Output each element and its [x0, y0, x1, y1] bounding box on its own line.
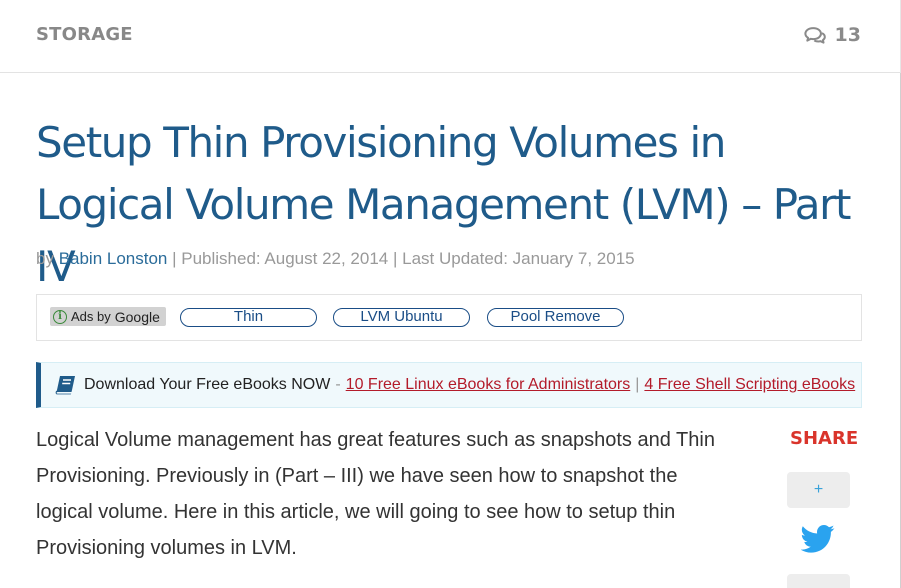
- ad-link-thin[interactable]: Thin: [180, 308, 317, 327]
- ad-link-pool-remove[interactable]: Pool Remove: [487, 308, 624, 327]
- meta-by: by: [36, 249, 59, 268]
- article-title: Setup Thin Provisioning Volumes in Logic…: [36, 118, 851, 291]
- category-link[interactable]: STORAGE: [36, 24, 133, 45]
- twitter-share-button[interactable]: [800, 524, 835, 554]
- share-more-button[interactable]: +: [787, 472, 850, 508]
- promo-lead: Download Your Free eBooks NOW: [84, 376, 331, 393]
- twitter-icon: [800, 524, 835, 553]
- top-bar: STORAGE 13: [0, 0, 901, 73]
- google-label: Google: [114, 308, 160, 325]
- promo-link-shell-ebooks[interactable]: 4 Free Shell Scripting eBooks: [644, 376, 855, 394]
- book-icon: [55, 376, 75, 395]
- promo-separator: |: [635, 376, 640, 393]
- ads-by-google-badge[interactable]: i Ads by Google: [50, 307, 166, 326]
- info-icon: i: [53, 309, 67, 324]
- comments-icon: [803, 26, 826, 44]
- article-meta: by Babin Lonston | Published: August 22,…: [36, 249, 635, 269]
- share-title: SHARE: [790, 428, 859, 449]
- ad-links-box: i Ads by Google Thin LVM Ubuntu Pool Rem…: [36, 294, 862, 341]
- comments-link[interactable]: 13: [803, 24, 861, 46]
- share-extra-button[interactable]: [787, 574, 850, 588]
- author-link[interactable]: Babin Lonston: [59, 249, 168, 268]
- article-intro: Logical Volume management has great feat…: [36, 429, 715, 559]
- comment-count: 13: [834, 24, 861, 46]
- ads-by-label: Ads by: [71, 309, 111, 324]
- promo-dash: -: [335, 376, 341, 393]
- meta-dates: | Published: August 22, 2014 | Last Upda…: [167, 249, 635, 268]
- promo-link-linux-ebooks[interactable]: 10 Free Linux eBooks for Administrators: [346, 376, 631, 394]
- ebook-promo-banner: Download Your Free eBooks NOW - 10 Free …: [36, 362, 862, 408]
- ad-link-lvm-ubuntu[interactable]: LVM Ubuntu: [333, 308, 470, 327]
